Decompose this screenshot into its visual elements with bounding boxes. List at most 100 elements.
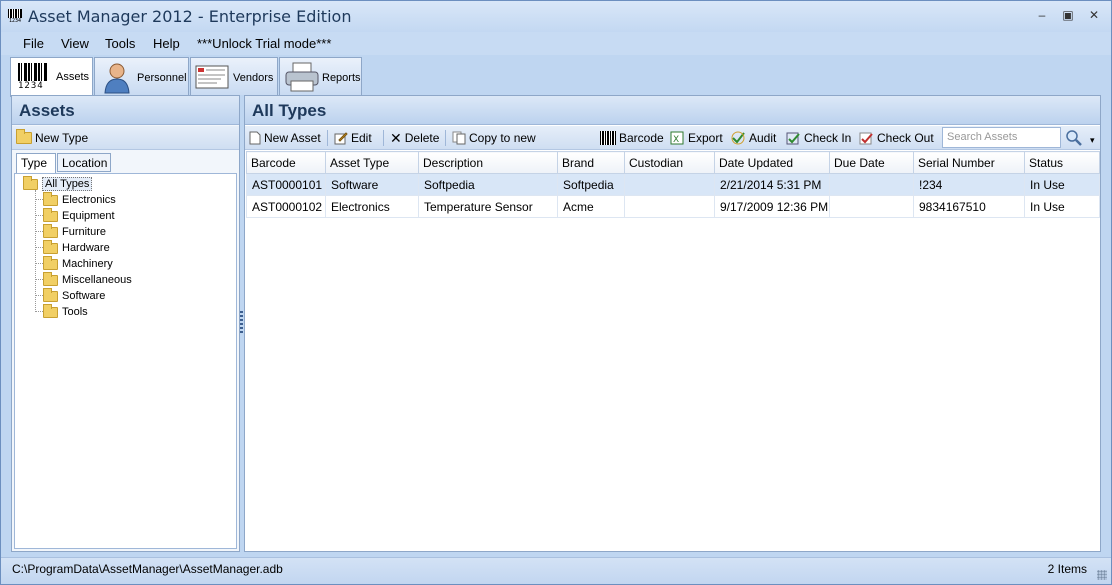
tab-assets[interactable]: 1234 Assets bbox=[10, 57, 93, 97]
audit-icon bbox=[731, 131, 745, 145]
barcode-icon: 1234 bbox=[18, 63, 50, 91]
table-row[interactable]: AST0000101 Software Softpedia Softpedia … bbox=[246, 173, 1100, 196]
table-cell: 9/17/2009 12:36 PM bbox=[714, 195, 830, 218]
table-cell bbox=[624, 173, 715, 196]
menu-help[interactable]: Help bbox=[153, 36, 180, 51]
delete-icon: ✕ bbox=[390, 130, 402, 146]
menu-bar: File View Tools Help ***Unlock Trial mod… bbox=[1, 32, 1111, 55]
asset-types-panel: Assets New Type Type Location All Types bbox=[11, 95, 240, 552]
folder-icon bbox=[43, 271, 58, 286]
tree-item[interactable]: Miscellaneous bbox=[43, 271, 132, 288]
excel-export-icon: X bbox=[670, 131, 684, 145]
barcode-button[interactable]: Barcode bbox=[600, 130, 664, 146]
column-header[interactable]: Barcode bbox=[246, 151, 326, 174]
app-window: 1234 Asset Manager 2012 - Enterprise Edi… bbox=[0, 0, 1112, 585]
check-out-button[interactable]: Check Out bbox=[859, 130, 934, 146]
barcode-icon bbox=[600, 131, 616, 145]
table-cell: 2/21/2014 5:31 PM bbox=[714, 173, 830, 196]
column-header[interactable]: Status bbox=[1024, 151, 1100, 174]
column-header[interactable]: Brand bbox=[557, 151, 625, 174]
assets-list-panel: All Types New Asset Edit ✕ Delete Copy t… bbox=[244, 95, 1101, 552]
table-cell: Temperature Sensor bbox=[418, 195, 558, 218]
folder-icon bbox=[43, 239, 58, 254]
barcode-icon: 1234 bbox=[7, 9, 23, 25]
title-bar[interactable]: 1234 Asset Manager 2012 - Enterprise Edi… bbox=[1, 1, 1111, 32]
folder-icon bbox=[43, 255, 58, 270]
close-button[interactable]: ✕ bbox=[1083, 5, 1105, 25]
menu-unlock-trial[interactable]: ***Unlock Trial mode*** bbox=[197, 36, 331, 51]
table-cell: In Use bbox=[1024, 195, 1100, 218]
table-header-row: Barcode Asset Type Description Brand Cus… bbox=[246, 151, 1100, 174]
folder-icon bbox=[43, 191, 58, 206]
column-header[interactable]: Due Date bbox=[829, 151, 914, 174]
status-bar: C:\ProgramData\AssetManager\AssetManager… bbox=[1, 557, 1111, 584]
menu-view[interactable]: View bbox=[61, 36, 89, 51]
folder-add-icon bbox=[16, 129, 32, 144]
export-button[interactable]: X Export bbox=[670, 130, 723, 146]
assets-table: Barcode Asset Type Description Brand Cus… bbox=[246, 151, 1100, 218]
delete-button[interactable]: ✕ Delete bbox=[390, 130, 439, 146]
tab-location[interactable]: Location bbox=[57, 153, 111, 172]
types-toolbar: New Type bbox=[12, 126, 239, 150]
folder-icon bbox=[43, 207, 58, 222]
minimize-button[interactable]: – bbox=[1031, 5, 1053, 25]
copy-to-new-button[interactable]: Copy to new bbox=[452, 130, 536, 146]
folder-icon bbox=[43, 303, 58, 318]
tree-item[interactable]: Software bbox=[43, 287, 105, 304]
column-header[interactable]: Date Updated bbox=[714, 151, 830, 174]
tab-vendors[interactable]: Vendors bbox=[190, 57, 278, 95]
folder-icon bbox=[43, 223, 58, 238]
tree-item[interactable]: Machinery bbox=[43, 255, 113, 272]
edit-icon bbox=[334, 132, 348, 145]
table-cell: In Use bbox=[1024, 173, 1100, 196]
table-cell bbox=[829, 173, 914, 196]
panel-header: All Types bbox=[245, 96, 1100, 125]
column-header[interactable]: Description bbox=[418, 151, 558, 174]
column-header[interactable]: Asset Type bbox=[325, 151, 419, 174]
audit-button[interactable]: Audit bbox=[731, 130, 776, 146]
list-title: All Types bbox=[252, 101, 327, 120]
check-out-icon bbox=[859, 132, 873, 145]
search-icon[interactable] bbox=[1065, 129, 1083, 147]
panel-title: Assets bbox=[19, 101, 75, 120]
table-cell: !234 bbox=[913, 173, 1025, 196]
tab-reports-label: Reports bbox=[322, 72, 361, 84]
toolbar-overflow-icon[interactable]: ▾ bbox=[1090, 135, 1095, 146]
window-title: Asset Manager 2012 - Enterprise Edition bbox=[28, 7, 352, 26]
panel-header: Assets bbox=[12, 96, 239, 125]
menu-file[interactable]: File bbox=[23, 36, 44, 51]
maximize-button[interactable]: ▣ bbox=[1057, 5, 1079, 25]
check-in-icon bbox=[786, 132, 800, 145]
copy-icon bbox=[452, 131, 466, 145]
table-cell: AST0000102 bbox=[246, 195, 326, 218]
tree-item[interactable]: Equipment bbox=[43, 207, 115, 224]
new-type-button[interactable]: New Type bbox=[16, 129, 88, 146]
tree-item[interactable]: Electronics bbox=[43, 191, 116, 208]
new-asset-button[interactable]: New Asset bbox=[249, 130, 321, 146]
tree-item[interactable]: Hardware bbox=[43, 239, 110, 256]
table-cell: Softpedia bbox=[418, 173, 558, 196]
table-row[interactable]: AST0000102 Electronics Temperature Senso… bbox=[246, 195, 1100, 218]
tab-personnel[interactable]: Personnel bbox=[94, 57, 189, 95]
folder-open-icon bbox=[23, 175, 38, 190]
tab-reports[interactable]: Reports bbox=[279, 57, 362, 95]
tree-item[interactable]: Furniture bbox=[43, 223, 106, 240]
column-header[interactable]: Custodian bbox=[624, 151, 715, 174]
resize-grip-icon[interactable] bbox=[1097, 570, 1107, 580]
check-in-button[interactable]: Check In bbox=[786, 130, 851, 146]
panel-splitter[interactable] bbox=[240, 311, 243, 335]
search-input[interactable]: Search Assets bbox=[942, 127, 1061, 148]
tree-item-all-types[interactable]: All Types bbox=[23, 175, 93, 192]
column-header[interactable]: Serial Number bbox=[913, 151, 1025, 174]
table-cell: Electronics bbox=[325, 195, 419, 218]
table-cell: Softpedia bbox=[557, 173, 625, 196]
table-cell: 9834167510 bbox=[913, 195, 1025, 218]
edit-button[interactable]: Edit bbox=[334, 130, 372, 146]
table-cell: Software bbox=[325, 173, 419, 196]
document-icon bbox=[195, 65, 229, 89]
asset-toolbar: New Asset Edit ✕ Delete Copy to new Barc… bbox=[245, 126, 1100, 150]
tree-item[interactable]: Tools bbox=[43, 303, 88, 320]
tab-type[interactable]: Type bbox=[16, 153, 56, 174]
menu-tools[interactable]: Tools bbox=[105, 36, 135, 51]
table-cell: AST0000101 bbox=[246, 173, 326, 196]
